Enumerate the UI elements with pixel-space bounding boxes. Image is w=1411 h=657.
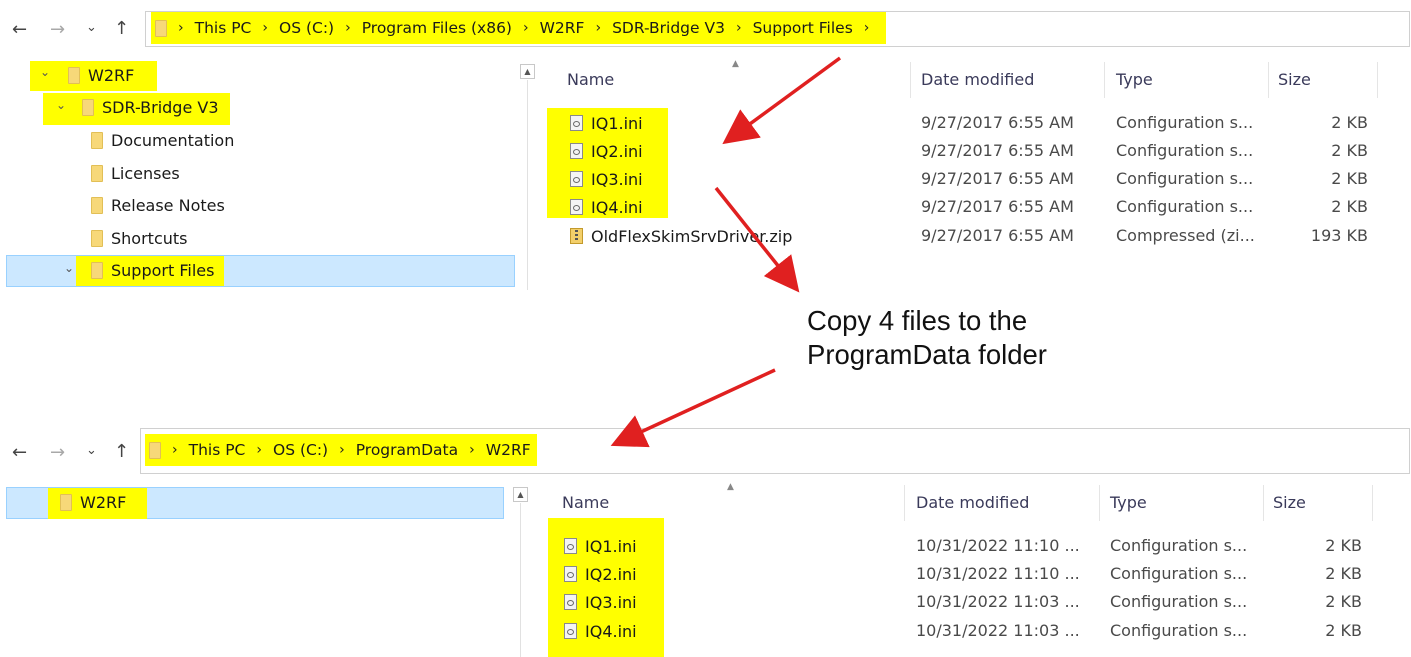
annotation-arrows [610, 56, 842, 448]
arrow-to-callout [714, 186, 800, 293]
arrow-to-top-files [722, 56, 842, 145]
arrow-to-bottom-breadcrumb [610, 368, 776, 448]
